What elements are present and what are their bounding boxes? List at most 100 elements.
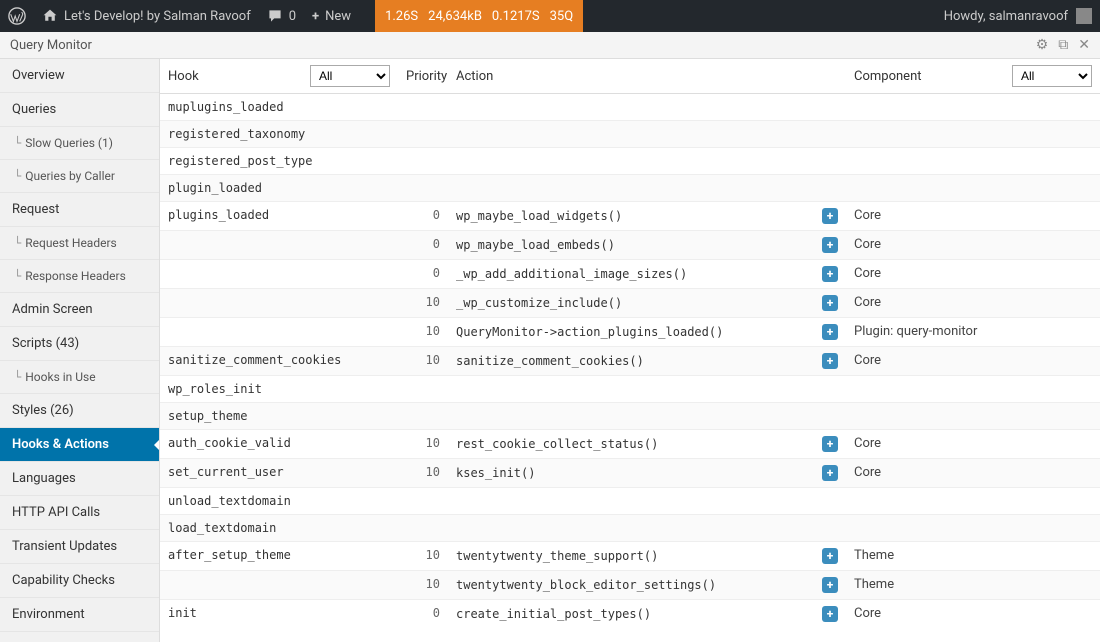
expand-action-button[interactable]: + — [822, 577, 838, 593]
new-content-link[interactable]: + New — [312, 9, 351, 24]
sidebar-item-styles-26[interactable]: Styles (26) — [0, 394, 159, 428]
qm-sidebar: OverviewQueriesSlow Queries (1)Queries b… — [0, 59, 160, 642]
comments-link[interactable]: 0 — [267, 8, 296, 24]
sidebar-item-response-headers[interactable]: Response Headers — [0, 260, 159, 293]
action-cell — [448, 488, 846, 515]
component-cell: Core — [846, 347, 1100, 376]
sidebar-item-queries-by-caller[interactable]: Queries by Caller — [0, 160, 159, 193]
action-cell — [448, 175, 846, 202]
sidebar-item-languages[interactable]: Languages — [0, 462, 159, 496]
sidebar-item-http-api-calls[interactable]: HTTP API Calls — [0, 496, 159, 530]
hook-cell: muplugins_loaded — [160, 94, 398, 121]
expand-action-button[interactable]: + — [822, 237, 838, 253]
priority-cell: 10 — [398, 318, 448, 347]
table-row: muplugins_loaded — [160, 94, 1100, 121]
qm-admin-stats[interactable]: 1.26S 24,634kB 0.1217S 35Q — [375, 0, 583, 32]
hook-cell: setup_theme — [160, 403, 398, 430]
site-home-link[interactable]: Let's Develop! by Salman Ravoof — [42, 8, 251, 24]
hook-cell: plugins_loaded — [160, 202, 398, 231]
priority-cell: 10 — [398, 430, 448, 459]
priority-cell — [398, 121, 448, 148]
component-cell: Core — [846, 600, 1100, 629]
component-cell: Plugin: query-monitor — [846, 318, 1100, 347]
component-cell — [846, 121, 1100, 148]
action-name: sanitize_comment_cookies() — [456, 354, 644, 368]
table-row: after_setup_theme10twentytwenty_theme_su… — [160, 542, 1100, 571]
popout-icon[interactable]: ⧉ — [1058, 37, 1068, 53]
priority-cell: 0 — [398, 260, 448, 289]
priority-cell: 10 — [398, 571, 448, 600]
action-name: rest_cookie_collect_status() — [456, 437, 658, 451]
gear-icon[interactable]: ⚙ — [1036, 37, 1049, 53]
priority-cell: 0 — [398, 202, 448, 231]
action-cell: wp_maybe_load_embeds()+ — [448, 231, 846, 260]
table-row: set_current_user10kses_init()+Core — [160, 459, 1100, 488]
sidebar-item-request[interactable]: Request — [0, 193, 159, 227]
sidebar-item-scripts-43[interactable]: Scripts (43) — [0, 327, 159, 361]
sidebar-item-hooks-in-use[interactable]: Hooks in Use — [0, 361, 159, 394]
expand-action-button[interactable]: + — [822, 548, 838, 564]
table-row: registered_taxonomy — [160, 121, 1100, 148]
table-row: setup_theme — [160, 403, 1100, 430]
sidebar-item-transient-updates[interactable]: Transient Updates — [0, 530, 159, 564]
table-row: 10twentytwenty_block_editor_settings()+T… — [160, 571, 1100, 600]
sidebar-item-slow-queries-1[interactable]: Slow Queries (1) — [0, 127, 159, 160]
action-name: create_initial_post_types() — [456, 607, 651, 621]
component-cell: Theme — [846, 571, 1100, 600]
sidebar-item-queries[interactable]: Queries — [0, 93, 159, 127]
table-row: 0_wp_add_additional_image_sizes()+Core — [160, 260, 1100, 289]
action-cell — [448, 94, 846, 121]
sidebar-item-admin-screen[interactable]: Admin Screen — [0, 293, 159, 327]
user-menu[interactable]: Howdy, salmanravoof — [944, 8, 1092, 24]
action-cell: sanitize_comment_cookies() + — [448, 347, 846, 376]
priority-cell: 10 — [398, 289, 448, 318]
qm-stat-time: 1.26S — [385, 9, 418, 24]
expand-action-button[interactable]: + — [822, 606, 838, 622]
expand-action-button[interactable]: + — [822, 295, 838, 311]
plus-icon: + — [312, 9, 319, 24]
qm-panel-title: Query Monitor — [10, 38, 1036, 53]
component-cell — [846, 94, 1100, 121]
table-row: registered_post_type — [160, 148, 1100, 175]
expand-action-button[interactable]: + — [822, 324, 838, 340]
expand-action-button[interactable]: + — [822, 266, 838, 282]
hook-cell — [160, 571, 398, 600]
sidebar-item-capability-checks[interactable]: Capability Checks — [0, 564, 159, 598]
priority-cell — [398, 94, 448, 121]
close-icon[interactable]: ✕ — [1078, 37, 1090, 53]
wp-admin-bar: Let's Develop! by Salman Ravoof 0 + New … — [0, 0, 1100, 32]
priority-cell — [398, 376, 448, 403]
component-cell: Core — [846, 430, 1100, 459]
col-action: Action — [448, 59, 846, 94]
table-row: auth_cookie_valid10rest_cookie_collect_s… — [160, 430, 1100, 459]
sidebar-item-environment[interactable]: Environment — [0, 598, 159, 632]
action-cell: kses_init() + — [448, 459, 846, 488]
table-row: 10 QueryMonitor->action_plugins_loaded() +… — [160, 318, 1100, 347]
sidebar-item-request-headers[interactable]: Request Headers — [0, 227, 159, 260]
action-cell: create_initial_post_types() + — [448, 600, 846, 629]
col-component-label: Component — [854, 69, 922, 84]
sidebar-item-overview[interactable]: Overview — [0, 59, 159, 93]
action-cell — [448, 376, 846, 403]
action-cell — [448, 148, 846, 175]
hook-cell: init — [160, 600, 398, 629]
sidebar-item-hooks-actions[interactable]: Hooks & Actions — [0, 428, 159, 462]
expand-action-button[interactable]: + — [822, 436, 838, 452]
component-cell: Core — [846, 231, 1100, 260]
component-cell — [846, 515, 1100, 542]
action-cell: wp_maybe_load_widgets()+ — [448, 202, 846, 231]
expand-action-button[interactable]: + — [822, 208, 838, 224]
component-filter-select[interactable]: All — [1012, 65, 1092, 87]
hooks-table: Hook All Priority Action Component All m… — [160, 59, 1100, 628]
action-name: kses_init() — [456, 466, 535, 480]
expand-action-button[interactable]: + — [822, 465, 838, 481]
action-name: QueryMonitor->action_plugins_loaded() — [456, 325, 723, 339]
expand-action-button[interactable]: + — [822, 353, 838, 369]
table-row: wp_roles_init — [160, 376, 1100, 403]
component-cell: Theme — [846, 542, 1100, 571]
component-cell — [846, 376, 1100, 403]
action-name: _wp_add_additional_image_sizes() — [456, 267, 687, 281]
wp-logo[interactable] — [8, 7, 26, 25]
hook-filter-select[interactable]: All — [310, 65, 390, 87]
hook-cell — [160, 260, 398, 289]
